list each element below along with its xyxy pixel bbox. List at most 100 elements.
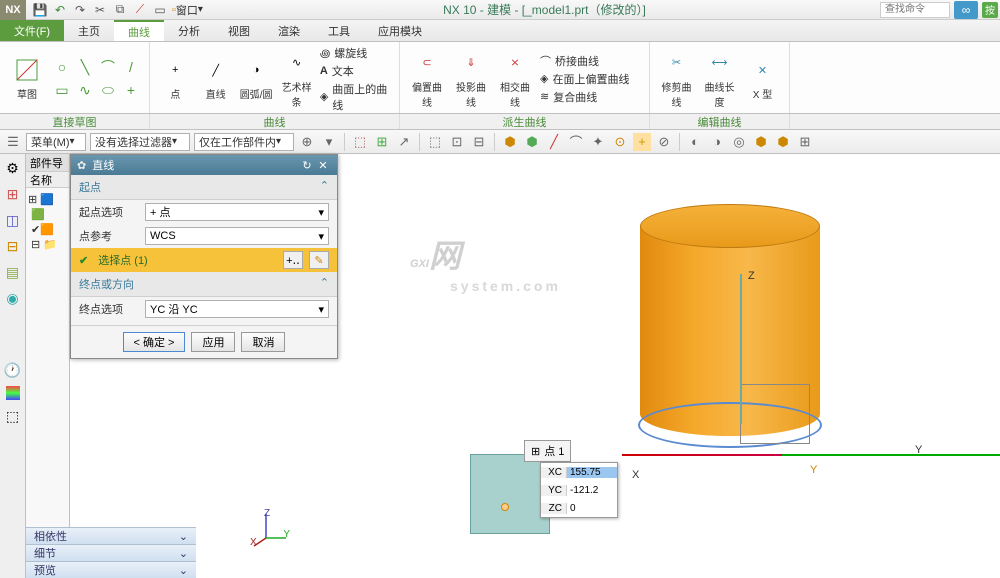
command-search-input[interactable] (880, 2, 950, 18)
zc-input[interactable]: 0 (567, 503, 617, 514)
menu-render[interactable]: 渲染 (264, 20, 314, 41)
apply-button[interactable]: 应用 (191, 332, 235, 352)
bridge-tool[interactable]: ⌒桥接曲线 (540, 53, 629, 69)
nav-icon[interactable]: ⊞ (3, 184, 23, 204)
tb-icon[interactable]: ⬚ (351, 133, 369, 151)
tb-icon[interactable]: ⬢ (501, 133, 519, 151)
scope-combo[interactable]: 仅在工作部件内 ▾ (194, 133, 294, 151)
tb-icon[interactable]: ⬢ (752, 133, 770, 151)
point-tool[interactable]: +点 (158, 56, 192, 101)
menu-app[interactable]: 应用模块 (364, 20, 436, 41)
end-option-combo[interactable]: YC 沿 YC▾ (145, 300, 329, 318)
partnav-tree[interactable]: ⊞ 🟦 🟩 ✔🟧 ⊟ 📁 (26, 188, 69, 256)
tb-icon[interactable]: ◑ (708, 133, 726, 151)
redo-icon[interactable]: ↷ (72, 2, 88, 18)
nav-icon[interactable]: ⊟ (3, 236, 23, 256)
point-label-popup[interactable]: ⊞ 点 1 (524, 440, 571, 462)
rect-icon[interactable]: ▭ (52, 80, 72, 100)
offset-tool[interactable]: ⊂偏置曲线 (408, 49, 446, 109)
point-icon[interactable]: + (121, 80, 141, 100)
tb-icon[interactable]: ⊡ (448, 133, 466, 151)
menu-view[interactable]: 视图 (214, 20, 264, 41)
cloud-icon[interactable]: ∞ (954, 1, 978, 19)
yc-input[interactable]: -121.2 (567, 485, 617, 496)
qat-icon[interactable]: ⟋ (132, 2, 148, 18)
tb-icon[interactable]: ⬚ (426, 133, 444, 151)
menu-file[interactable]: 文件(F) (0, 20, 64, 41)
intersect-tool[interactable]: ⨯相交曲线 (496, 49, 534, 109)
copy-icon[interactable]: ⧉ (112, 2, 128, 18)
clock-icon[interactable]: 🕐 (3, 360, 23, 380)
tb-icon[interactable]: ◐ (686, 133, 704, 151)
section-start[interactable]: 起点⌃ (71, 175, 337, 200)
select-point-row[interactable]: ✔ 选择点 (1) +‥ ✎ (71, 248, 337, 272)
tb-icon[interactable]: ⊙ (611, 133, 629, 151)
tb-icon[interactable]: ⬢ (523, 133, 541, 151)
length-tool[interactable]: ⟷曲线长度 (701, 49, 738, 109)
arc-icon[interactable]: ⌒ (98, 57, 118, 77)
project-tool[interactable]: ⇓投影曲线 (452, 49, 490, 109)
window-menu[interactable]: ▫ 窗口 ▾ (172, 2, 203, 18)
tb-icon[interactable]: ▾ (320, 133, 338, 151)
acc-preview[interactable]: 预览⌄ (26, 561, 196, 578)
tb-icon[interactable]: ⊕ (298, 133, 316, 151)
nav-icon[interactable]: ◉ (3, 288, 23, 308)
acc-dependency[interactable]: 相依性⌄ (26, 527, 196, 544)
surfcurve-tool[interactable]: ◈曲面上的曲线 (320, 81, 391, 113)
cancel-button[interactable]: 取消 (241, 332, 285, 352)
gear-icon[interactable]: ⚙ (3, 158, 23, 178)
point-picker-button[interactable]: ✎ (309, 251, 329, 269)
dialog-titlebar[interactable]: ✿ 直线 ↻ ✕ (71, 155, 337, 175)
composite-tool[interactable]: ≋复合曲线 (540, 89, 629, 105)
sketch-tool[interactable]: 草图 (8, 56, 46, 101)
gear-icon[interactable]: ✿ (77, 159, 86, 172)
ok-button[interactable]: < 确定 > (123, 332, 186, 352)
onface-tool[interactable]: ◈在面上偏置曲线 (540, 71, 629, 87)
point-constructor-button[interactable]: +‥ (283, 251, 303, 269)
circle-icon[interactable]: ○ (52, 57, 72, 77)
spline-tool[interactable]: ∿艺术样条 (279, 49, 313, 109)
arc-tool[interactable]: ◑圆弧/圆 (239, 56, 273, 101)
help-icon[interactable]: 按 (982, 2, 998, 18)
undo-icon[interactable]: ↶ (52, 2, 68, 18)
line2-icon[interactable]: / (121, 57, 141, 77)
tb-icon[interactable]: ⊞ (796, 133, 814, 151)
tb-icon[interactable]: ◎ (730, 133, 748, 151)
menu-curve[interactable]: 曲线 (114, 20, 164, 41)
acc-detail[interactable]: 细节⌄ (26, 544, 196, 561)
menu-analysis[interactable]: 分析 (164, 20, 214, 41)
point-ref-combo[interactable]: WCS▾ (145, 227, 329, 245)
nav-icon[interactable]: ⬚ (3, 406, 23, 426)
ellipse-icon[interactable]: ⬭ (98, 80, 118, 100)
spline-icon[interactable]: ∿ (75, 80, 95, 100)
qat-icon[interactable]: ▭ (152, 2, 168, 18)
section-end[interactable]: 终点或方向⌃ (71, 272, 337, 297)
text-tool[interactable]: A文本 (320, 63, 391, 79)
filter-combo[interactable]: 没有选择过滤器 ▾ (90, 133, 190, 151)
tb-icon[interactable]: ✦ (589, 133, 607, 151)
xform-tool[interactable]: ✕X 型 (744, 56, 781, 101)
menu-icon[interactable]: ☰ (4, 133, 22, 151)
tb-icon[interactable]: ⌒ (567, 133, 585, 151)
nav-icon[interactable]: ▤ (3, 262, 23, 282)
tb-icon[interactable]: ⊞ (373, 133, 391, 151)
trim-tool[interactable]: ✂修剪曲线 (658, 49, 695, 109)
line-tool[interactable]: ╱直线 (198, 56, 232, 101)
tb-icon[interactable]: ⊟ (470, 133, 488, 151)
tb-icon[interactable]: ↗ (395, 133, 413, 151)
tb-icon[interactable]: + (633, 133, 651, 151)
tb-icon[interactable]: ╱ (545, 133, 563, 151)
helix-tool[interactable]: ꩜螺旋线 (320, 45, 391, 61)
line-icon[interactable]: ╲ (75, 57, 95, 77)
palette-icon[interactable] (6, 386, 20, 400)
save-icon[interactable]: 💾 (32, 2, 48, 18)
start-option-combo[interactable]: + 点▾ (145, 203, 329, 221)
tb-icon[interactable]: ⬢ (774, 133, 792, 151)
reset-icon[interactable]: ↻ (299, 159, 315, 172)
cut-icon[interactable]: ✂ (92, 2, 108, 18)
menu-combo[interactable]: 菜单(M) ▾ (26, 133, 86, 151)
menu-tools[interactable]: 工具 (314, 20, 364, 41)
tb-icon[interactable]: ⊘ (655, 133, 673, 151)
close-icon[interactable]: ✕ (315, 159, 331, 172)
menu-home[interactable]: 主页 (64, 20, 114, 41)
